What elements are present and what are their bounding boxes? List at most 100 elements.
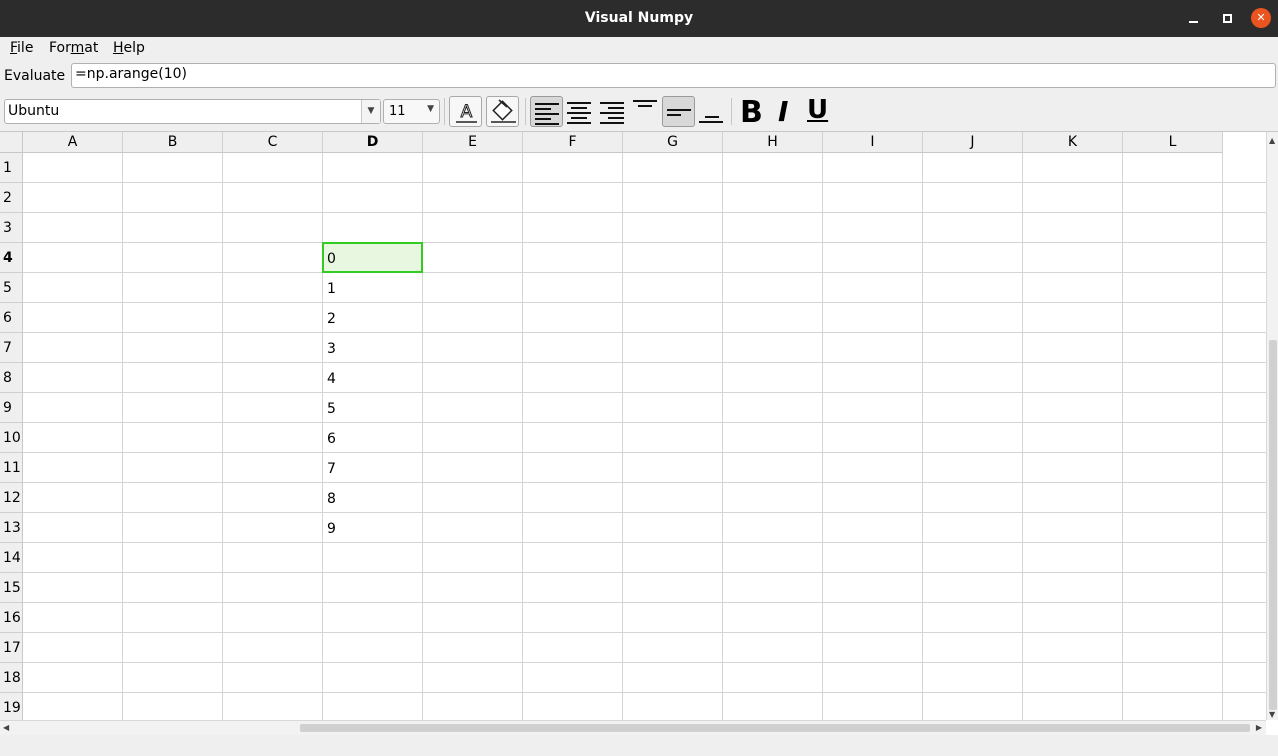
- align-center-icon: [567, 102, 591, 124]
- align-middle-button[interactable]: [662, 96, 695, 127]
- menu-format-label-post: at: [84, 40, 99, 56]
- grid-line: [23, 602, 1266, 603]
- row-header-15[interactable]: 15: [0, 573, 23, 603]
- cell-d10[interactable]: 6: [323, 423, 423, 453]
- row-header-2[interactable]: 2: [0, 183, 23, 213]
- scroll-down-icon[interactable]: ▼: [1269, 710, 1275, 719]
- fill-color-icon: [491, 99, 516, 123]
- menu-format-mnemonic: m: [70, 40, 85, 56]
- menu-bar: File Format Help: [0, 37, 1278, 59]
- vertical-scroll-thumb[interactable]: [1269, 340, 1277, 710]
- horizontal-scroll-thumb[interactable]: [300, 724, 1250, 732]
- column-header-c[interactable]: C: [223, 132, 323, 153]
- font-color-icon: A: [456, 102, 477, 123]
- row-header-16[interactable]: 16: [0, 603, 23, 633]
- cell-area[interactable]: 0123456789: [23, 153, 1266, 723]
- grid-line: [23, 212, 1266, 213]
- toolbar-separator: [731, 98, 732, 125]
- menu-help-mnemonic: H: [113, 40, 124, 56]
- grid-line: [23, 242, 1266, 243]
- cell-d9[interactable]: 5: [323, 393, 423, 423]
- status-bar: [0, 735, 1278, 756]
- grid-line: [23, 392, 1266, 393]
- row-header-18[interactable]: 18: [0, 663, 23, 693]
- column-header-e[interactable]: E: [423, 132, 523, 153]
- evaluate-label: Evaluate :: [4, 68, 75, 84]
- menu-format[interactable]: Format: [49, 40, 98, 56]
- grid-line: [622, 153, 623, 720]
- cell-d8[interactable]: 4: [323, 363, 423, 393]
- row-header-3[interactable]: 3: [0, 213, 23, 243]
- column-header-h[interactable]: H: [723, 132, 823, 153]
- align-left-button[interactable]: [530, 96, 563, 127]
- row-header-17[interactable]: 17: [0, 633, 23, 663]
- grid-line: [1122, 153, 1123, 720]
- row-header-11[interactable]: 11: [0, 453, 23, 483]
- row-header-10[interactable]: 10: [0, 423, 23, 453]
- close-icon: ✕: [1256, 11, 1266, 24]
- row-header-13[interactable]: 13: [0, 513, 23, 543]
- font-size-value: 11: [389, 104, 406, 119]
- align-top-button[interactable]: [629, 96, 662, 127]
- grid-line: [23, 512, 1266, 513]
- minimize-button[interactable]: [1184, 8, 1204, 28]
- font-family-select[interactable]: Ubuntu ▼: [4, 99, 381, 124]
- cell-d13[interactable]: 9: [323, 513, 423, 543]
- maximize-button[interactable]: [1218, 8, 1238, 28]
- underline-button[interactable]: U: [802, 95, 835, 127]
- spreadsheet-grid[interactable]: ABCDEFGHIJKL 1 2 3 4 5 6 7 8 9 10 11 12 13 14 15 16 17 18…: [0, 131, 1278, 735]
- menu-help[interactable]: Help: [113, 40, 145, 56]
- menu-file-label: ile: [17, 40, 34, 56]
- align-right-button[interactable]: [596, 96, 629, 127]
- row-header-4[interactable]: 4: [0, 243, 23, 273]
- font-size-select[interactable]: 11 ▼: [383, 99, 440, 124]
- column-header-f[interactable]: F: [523, 132, 623, 153]
- grid-line: [23, 452, 1266, 453]
- grid-line: [222, 153, 223, 720]
- cell-d12[interactable]: 8: [323, 483, 423, 513]
- title-bar: Visual Numpy ✕: [0, 0, 1278, 37]
- scroll-left-icon[interactable]: ◀: [3, 723, 9, 732]
- row-header-7[interactable]: 7: [0, 333, 23, 363]
- evaluate-input[interactable]: =np.arange(10): [71, 63, 1276, 88]
- vertical-scrollbar[interactable]: ▲ ▼: [1266, 132, 1278, 720]
- align-center-button[interactable]: [563, 96, 596, 127]
- grid-line: [23, 692, 1266, 693]
- cell-d7[interactable]: 3: [323, 333, 423, 363]
- column-header-l[interactable]: L: [1123, 132, 1223, 153]
- row-header-14[interactable]: 14: [0, 543, 23, 573]
- minimize-icon: [1189, 21, 1198, 23]
- column-header-i[interactable]: I: [823, 132, 923, 153]
- cell-d5[interactable]: 1: [323, 273, 423, 303]
- menu-file[interactable]: File: [10, 40, 33, 56]
- font-color-button[interactable]: A: [449, 96, 482, 127]
- toolbar-separator: [525, 98, 526, 125]
- cell-d11[interactable]: 7: [323, 453, 423, 483]
- grid-line: [1022, 153, 1023, 720]
- fill-color-button[interactable]: [486, 96, 519, 127]
- close-button[interactable]: ✕: [1251, 8, 1271, 28]
- row-header-12[interactable]: 12: [0, 483, 23, 513]
- cell-d6[interactable]: 2: [323, 303, 423, 333]
- horizontal-scrollbar[interactable]: ◀ ▶: [0, 720, 1266, 735]
- grid-line: [23, 632, 1266, 633]
- row-header-1[interactable]: 1: [0, 153, 23, 183]
- row-header-9[interactable]: 9: [0, 393, 23, 423]
- italic-button[interactable]: I: [769, 95, 802, 128]
- cell-d4[interactable]: 0: [323, 243, 423, 273]
- bold-button[interactable]: B: [736, 95, 769, 130]
- column-header-k[interactable]: K: [1023, 132, 1123, 153]
- column-header-g[interactable]: G: [623, 132, 723, 153]
- column-header-d[interactable]: D: [323, 132, 423, 153]
- column-header-a[interactable]: A: [23, 132, 123, 153]
- row-header-19[interactable]: 19: [0, 693, 23, 723]
- scroll-right-icon[interactable]: ▶: [1256, 723, 1262, 732]
- select-all-corner[interactable]: [0, 132, 23, 153]
- align-bottom-button[interactable]: [695, 96, 728, 127]
- column-header-b[interactable]: B: [123, 132, 223, 153]
- column-header-j[interactable]: J: [923, 132, 1023, 153]
- row-header-6[interactable]: 6: [0, 303, 23, 333]
- row-header-8[interactable]: 8: [0, 363, 23, 393]
- scroll-up-icon[interactable]: ▲: [1269, 136, 1275, 145]
- row-header-5[interactable]: 5: [0, 273, 23, 303]
